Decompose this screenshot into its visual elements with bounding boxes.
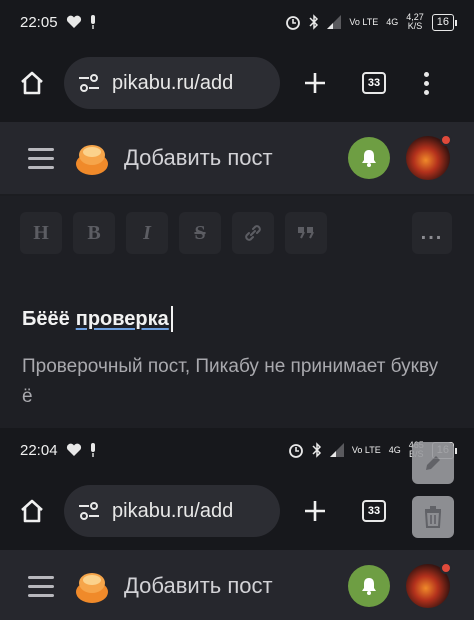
network-gen-2: 4G xyxy=(388,444,401,455)
site-settings-icon xyxy=(79,502,99,520)
url-text: pikabu.ru/add xyxy=(112,71,234,94)
speed-unit: K/S xyxy=(407,21,423,31)
volte-label: Vo LTE xyxy=(349,16,379,27)
new-tab-button[interactable] xyxy=(298,71,332,95)
trash-icon xyxy=(424,506,442,528)
bluetooth-icon xyxy=(312,442,321,458)
menu-icon[interactable] xyxy=(28,147,54,169)
new-tab-button-2[interactable] xyxy=(298,499,332,523)
page-title: Добавить пост xyxy=(124,145,273,170)
link-icon xyxy=(245,225,261,241)
bold-button[interactable]: B xyxy=(73,212,115,254)
notifications-button[interactable] xyxy=(348,137,390,179)
pikabu-logo xyxy=(76,145,108,175)
url-text-2: pikabu.ru/add xyxy=(112,499,234,522)
avatar[interactable] xyxy=(406,134,452,180)
link-button[interactable] xyxy=(232,212,274,254)
pencil-icon xyxy=(426,456,440,470)
editor-toolbar: H B I S ... xyxy=(0,196,474,270)
home-button[interactable] xyxy=(0,71,64,95)
strikethrough-button[interactable]: S xyxy=(179,212,221,254)
home-button-2[interactable] xyxy=(0,499,64,523)
url-bar-2[interactable]: pikabu.ru/add xyxy=(64,485,280,537)
mic-icon xyxy=(90,443,95,457)
battery-indicator: 16 xyxy=(431,13,458,31)
heart-icon xyxy=(66,443,81,456)
menu-icon-2[interactable] xyxy=(28,575,54,597)
browser-bar: pikabu.ru/add 33 xyxy=(0,44,474,122)
network-gen: 4G xyxy=(386,16,399,27)
bell-icon xyxy=(362,578,376,595)
post-editor[interactable]: Бёёё проверка Проверочный пост, Пикабу н… xyxy=(0,270,474,428)
notification-dot xyxy=(440,134,452,146)
avatar-2[interactable] xyxy=(406,562,452,608)
home-icon xyxy=(21,71,43,95)
alarm-icon xyxy=(288,444,303,458)
italic-button[interactable]: I xyxy=(126,212,168,254)
more-options-button[interactable]: ... xyxy=(412,212,452,254)
tab-switcher-button[interactable]: 33 xyxy=(362,72,386,94)
quote-button[interactable] xyxy=(285,212,327,254)
post-body-text[interactable]: Проверочный пост, Пикабу не принимает бу… xyxy=(22,352,452,412)
url-bar[interactable]: pikabu.ru/add xyxy=(64,57,280,109)
notifications-button-2[interactable] xyxy=(348,565,390,607)
edit-overlay-button[interactable] xyxy=(412,442,454,484)
mic-icon xyxy=(90,15,95,29)
signal-icon xyxy=(329,443,344,457)
title-word-plain: Бёёё xyxy=(22,307,70,330)
volte-label-2: Vo LTE xyxy=(351,444,381,455)
app-header: Добавить пост xyxy=(0,122,474,194)
notification-dot xyxy=(440,562,452,574)
app-header-2: Добавить пост xyxy=(0,550,474,620)
status-time: 22:05 xyxy=(20,13,58,31)
title-word-underlined: проверка xyxy=(75,307,169,330)
bell-icon xyxy=(362,150,376,167)
browser-menu-button[interactable] xyxy=(424,71,429,95)
signal-icon xyxy=(327,15,342,29)
post-title-field[interactable]: Бёёё проверка xyxy=(22,306,452,332)
pikabu-logo xyxy=(76,573,108,603)
tab-switcher-button-2[interactable]: 33 xyxy=(362,500,386,522)
status-bar: 22:05 Vo LTE 4G 4,27 K/S 16 xyxy=(0,0,474,44)
alarm-icon xyxy=(286,16,301,30)
heart-icon xyxy=(66,15,81,28)
home-icon xyxy=(21,499,43,523)
browser-bar-2: pikabu.ru/add 33 xyxy=(0,472,474,550)
page-title-2: Добавить пост xyxy=(124,573,273,598)
site-settings-icon xyxy=(79,74,99,92)
status-time-2: 22:04 xyxy=(20,441,58,459)
plus-icon xyxy=(305,73,325,93)
status-bar-2: 22:04 Vo LTE 4G 465 B/S 16 xyxy=(0,428,474,472)
bluetooth-icon xyxy=(309,14,319,30)
plus-icon xyxy=(305,501,325,521)
text-cursor xyxy=(170,306,173,332)
delete-overlay-button[interactable] xyxy=(412,496,454,538)
quote-icon xyxy=(298,227,314,239)
heading-button[interactable]: H xyxy=(20,212,62,254)
